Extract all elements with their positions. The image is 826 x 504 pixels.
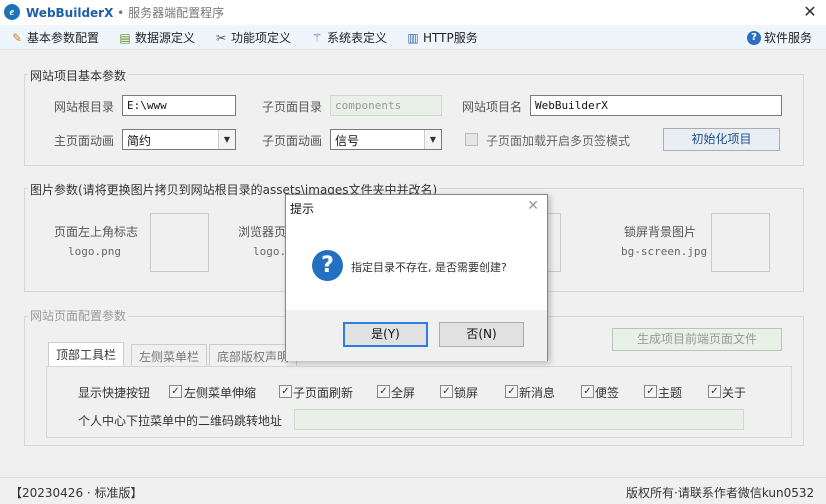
check-theme[interactable]: ✓ [644,385,657,398]
subdir-label: 子页面目录 [262,100,323,114]
menu-basic-params[interactable]: ✎ 基本参数配置 [10,29,99,46]
dialog-close-icon[interactable]: ✕ [527,198,539,214]
root-dir-input[interactable]: E:\www [122,95,236,116]
qrcode-url-label: 个人中心下拉菜单中的二维码跳转地址 [78,414,283,428]
main-anim-value: 简约 [127,134,152,148]
menu-function-label: 功能项定义 [231,31,292,45]
main-anim-select[interactable]: 简约 ▼ [122,129,236,150]
check-about[interactable]: ✓ [708,385,721,398]
help-icon: ? [747,30,761,45]
tab-left-menu[interactable]: 左侧菜单栏 [131,344,208,366]
multitab-checkbox[interactable] [465,133,478,146]
tab-top-toolbar[interactable]: 顶部工具栏 [48,342,125,366]
menu-help[interactable]: ? 软件服务 [747,29,812,46]
menu-systable[interactable]: ⚚ 系统表定义 [310,29,387,46]
status-bar: 【20230426 · 标准版】 版权所有·请联系作者微信kun0532 [0,477,826,504]
check-subpage-refresh[interactable]: ✓ [279,385,292,398]
qrcode-url-input[interactable] [294,409,744,430]
dialog-yes-button[interactable]: 是(Y) [343,322,428,347]
check-left-menu-toggle-label: 左侧菜单伸缩 [184,386,257,400]
subdir-input[interactable]: components [330,95,442,116]
basic-params-group [24,74,804,166]
top-left-logo-label: 页面左上角标志 [54,225,139,239]
top-left-logo-file: logo.png [68,245,121,258]
menu-systable-label: 系统表定义 [327,31,388,45]
dialog-no-button[interactable]: 否(N) [439,322,524,347]
dialog-footer: 是(Y) 否(N) [286,310,547,361]
server-icon: ▥ [407,30,419,45]
multitab-label: 子页面加载开启多页签模式 [486,134,631,148]
check-fullscreen-label: 全屏 [391,386,416,400]
sub-anim-select[interactable]: 信号 ▼ [330,129,442,150]
title-bar: e WebBuilderX • 服务器端配置程序 ✕ [0,0,826,25]
lock-bg-preview[interactable] [711,213,770,272]
tab-footer-copyright[interactable]: 底部版权声明 [209,344,298,366]
menu-http[interactable]: ▥ HTTP服务 [406,29,478,46]
check-fullscreen[interactable]: ✓ [377,385,390,398]
app-logo-icon: e [4,4,20,20]
app-name: WebBuilderX [26,6,114,20]
tools-icon: ✂ [215,30,227,45]
wand-icon: ⚚ [311,30,323,45]
pencil-icon: ✎ [11,30,23,45]
app-subtitle: 服务器端配置程序 [128,6,225,20]
menu-function[interactable]: ✂ 功能项定义 [214,29,291,46]
status-copyright: 版权所有·请联系作者微信kun0532 [626,486,815,500]
lock-bg-label: 锁屏背景图片 [624,225,697,239]
menu-datasource[interactable]: ▤ 数据源定义 [118,29,195,46]
confirm-dialog: 提示 ✕ ? 指定目录不存在, 是否需要创建? 是(Y) 否(N) [285,194,548,361]
generate-pages-button[interactable]: 生成项目前端页面文件 [612,328,782,351]
basic-params-title: 网站项目基本参数 [28,67,129,84]
check-notes[interactable]: ✓ [581,385,594,398]
browser-icon-label: 浏览器页 [238,225,287,239]
dialog-title-bar: 提示 ✕ [286,195,547,220]
dialog-message: 指定目录不存在, 是否需要创建? [351,261,507,274]
project-name-input[interactable]: WebBuilderX [530,95,782,116]
check-lockscreen[interactable]: ✓ [440,385,453,398]
menu-bar: ✎ 基本参数配置 ▤ 数据源定义 ✂ 功能项定义 ⚚ 系统表定义 ▥ HTTP服… [0,25,826,50]
check-left-menu-toggle[interactable]: ✓ [169,385,182,398]
dialog-title: 提示 [290,202,315,216]
check-lockscreen-label: 锁屏 [454,386,479,400]
main-anim-label: 主页面动画 [54,134,115,148]
browser-icon-file: logo. [253,245,287,258]
project-name-label: 网站项目名 [462,100,523,114]
chevron-down-icon[interactable]: ▼ [218,130,235,149]
dialog-body: ? 指定目录不存在, 是否需要创建? [286,220,547,310]
window-close-icon[interactable]: ✕ [802,2,818,22]
sub-anim-label: 子页面动画 [262,134,323,148]
menu-http-label: HTTP服务 [423,31,478,45]
status-version: 【20230426 · 标准版】 [10,486,143,500]
check-new-message-label: 新消息 [519,386,556,400]
menu-help-label: 软件服务 [764,31,813,45]
check-notes-label: 便签 [595,386,620,400]
chevron-down-icon[interactable]: ▼ [424,130,441,149]
top-left-logo-preview[interactable] [150,213,209,272]
check-new-message[interactable]: ✓ [505,385,518,398]
question-icon: ? [312,250,343,281]
check-theme-label: 主题 [658,386,683,400]
lock-bg-file: bg-screen.jpg [621,245,708,258]
page-config-title: 网站页面配置参数 [28,307,129,324]
check-subpage-refresh-label: 子页面刷新 [293,386,354,400]
init-project-button[interactable]: 初始化项目 [663,128,780,151]
title-separator: • [113,6,129,20]
shortcut-label: 显示快捷按钮 [78,386,151,400]
sub-anim-value: 信号 [335,134,360,148]
check-about-label: 关于 [722,386,747,400]
menu-datasource-label: 数据源定义 [135,31,196,45]
root-dir-label: 网站根目录 [54,100,115,114]
window-title: WebBuilderX • 服务器端配置程序 [26,4,224,21]
database-icon: ▤ [119,30,131,45]
menu-basic-params-label: 基本参数配置 [27,31,100,45]
